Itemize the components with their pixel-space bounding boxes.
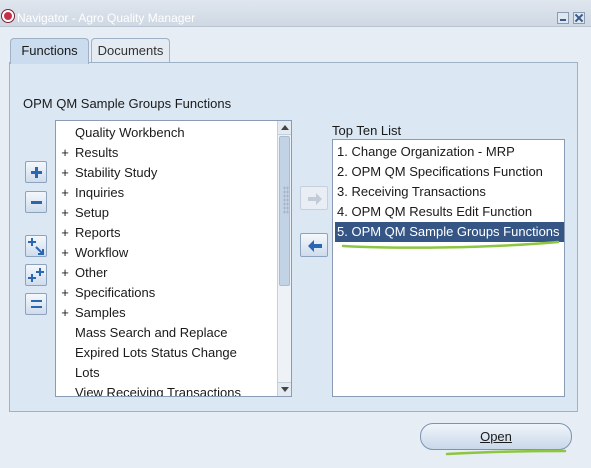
tree-item-label: Quality Workbench <box>75 125 185 140</box>
top-ten-item[interactable]: 1. Change Organization - MRP <box>335 142 515 162</box>
tree-expand-marker[interactable]: + <box>60 143 70 163</box>
expand-button[interactable] <box>25 161 47 183</box>
tree-item-label: Workflow <box>75 245 129 260</box>
tree-item-label: Lots <box>75 365 100 380</box>
expand-icon <box>31 167 42 178</box>
collapse-all-icon <box>31 300 42 308</box>
tree-item-label: Inquiries <box>75 185 125 200</box>
minimize-icon[interactable] <box>557 12 569 24</box>
tree-scrollbar[interactable] <box>277 121 291 396</box>
splitter-grip[interactable] <box>283 186 289 214</box>
scroll-up-icon[interactable] <box>278 121 291 135</box>
remove-from-list-button[interactable] <box>300 233 328 257</box>
arrow-left-icon <box>308 240 322 252</box>
window-title: Navigator - Agro Quality Manager <box>17 11 196 25</box>
collapse-button[interactable] <box>25 191 47 213</box>
tree-item-label: Samples <box>75 305 126 320</box>
top-ten-heading: Top Ten List <box>332 123 402 138</box>
tree-expand-marker[interactable]: + <box>60 243 70 263</box>
tree-item-label: Mass Search and Replace <box>75 325 228 340</box>
app-icon <box>1 9 15 23</box>
expand-all-icon <box>28 268 44 282</box>
collapse-all-button[interactable] <box>25 293 47 315</box>
tree-item-label: Other <box>75 265 108 280</box>
top-ten-list[interactable]: 1. Change Organization - MRP 2. OPM QM Sp… <box>332 139 565 397</box>
tab-documents[interactable]: Documents <box>91 38 170 63</box>
tree-item-label: Results <box>75 145 119 160</box>
open-button[interactable]: Open <box>420 423 572 450</box>
expand-branch-button[interactable] <box>25 235 47 257</box>
top-ten-item[interactable]: 4. OPM QM Results Edit Function <box>335 202 532 222</box>
tab-functions[interactable]: Functions <box>10 38 89 64</box>
top-ten-item[interactable]: 2. OPM QM Specifications Function <box>335 162 543 182</box>
arrow-right-icon <box>308 193 322 205</box>
tree-expand-marker[interactable]: + <box>60 223 70 243</box>
tree-item-label: Reports <box>75 225 121 240</box>
tree-item-label: Specifications <box>75 285 156 300</box>
tree-expand-marker[interactable]: + <box>60 203 70 223</box>
close-icon[interactable] <box>573 12 585 24</box>
tree-expand-marker[interactable]: + <box>60 303 70 323</box>
tree-item-label: Expired Lots Status Change <box>75 345 237 360</box>
tree-expand-marker[interactable]: + <box>60 183 70 203</box>
expand-branch-icon <box>28 238 44 255</box>
title-bar: Navigator - Agro Quality Manager <box>0 0 591 27</box>
tree-item-label: Setup <box>75 205 109 220</box>
tree-item-label: View Receiving Transactions <box>75 385 241 397</box>
functions-heading: OPM QM Sample Groups Functions <box>23 96 232 111</box>
expand-all-button[interactable] <box>25 264 47 286</box>
annotation-underline <box>341 240 560 249</box>
functions-tree[interactable]: Quality Workbench + Results + Stability Stud… <box>55 120 292 397</box>
add-to-list-button[interactable] <box>300 186 328 210</box>
tree-expand-marker[interactable]: + <box>60 263 70 283</box>
open-button-label: Open <box>480 429 512 444</box>
tree-expand-marker[interactable]: + <box>60 283 70 303</box>
top-ten-item[interactable]: 3. Receiving Transactions <box>335 182 486 202</box>
scroll-down-icon[interactable] <box>278 382 291 396</box>
tree-item-label: Stability Study <box>75 165 158 180</box>
tree-expand-marker[interactable]: + <box>60 163 70 183</box>
collapse-icon <box>31 201 42 204</box>
annotation-underline-open <box>445 449 567 456</box>
